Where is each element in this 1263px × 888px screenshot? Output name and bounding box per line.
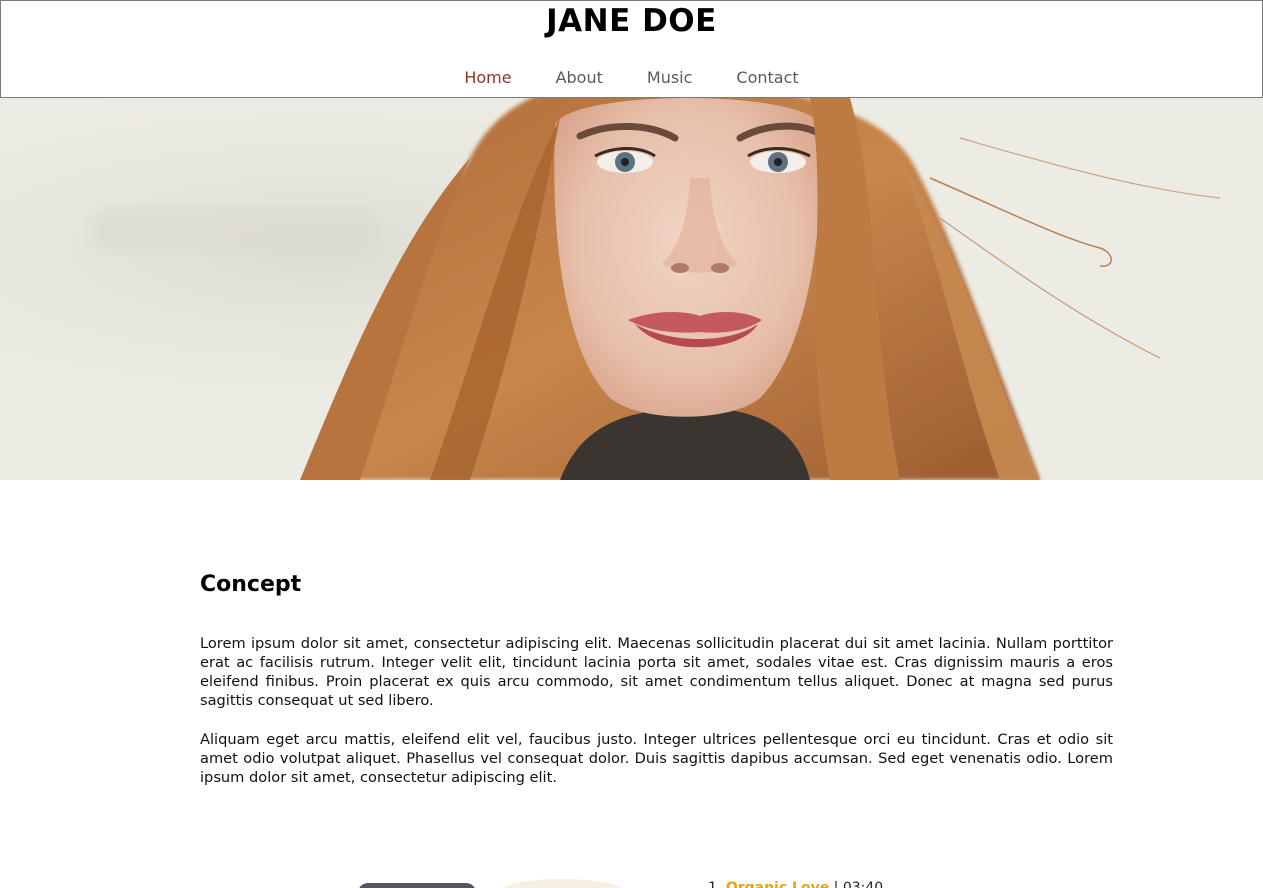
nav-contact-link[interactable]: Contact (714, 68, 820, 88)
album-cover-image (500, 879, 625, 888)
nav-music-link[interactable]: Music (625, 68, 715, 88)
music-player-section: 1. Organic Love | 03:40 (0, 876, 1263, 888)
site-header: JANE DOE Home About Music Contact (0, 0, 1263, 98)
nav-home-link[interactable]: Home (442, 68, 533, 88)
track-title[interactable]: Organic Love (726, 880, 829, 888)
player-controls[interactable] (358, 883, 476, 888)
concept-paragraph-1: Lorem ipsum dolor sit amet, consectetur … (200, 635, 1113, 709)
track-list-item[interactable]: 1. Organic Love | 03:40 (708, 880, 883, 888)
concept-paragraph-2: Aliquam eget arcu mattis, eleifend elit … (200, 731, 1113, 786)
concept-heading: Concept (200, 572, 302, 597)
track-separator: | (833, 880, 839, 888)
hero-banner (0, 98, 1263, 480)
main-nav: Home About Music Contact (1, 68, 1262, 88)
nav-about-link[interactable]: About (534, 68, 625, 88)
track-duration: 03:40 (842, 880, 884, 888)
hero-portrait-image (0, 98, 1263, 480)
site-title: JANE DOE (546, 3, 717, 39)
track-number: 1. (708, 880, 722, 888)
concept-section: Concept Lorem ipsum dolor sit amet, cons… (200, 568, 1113, 786)
